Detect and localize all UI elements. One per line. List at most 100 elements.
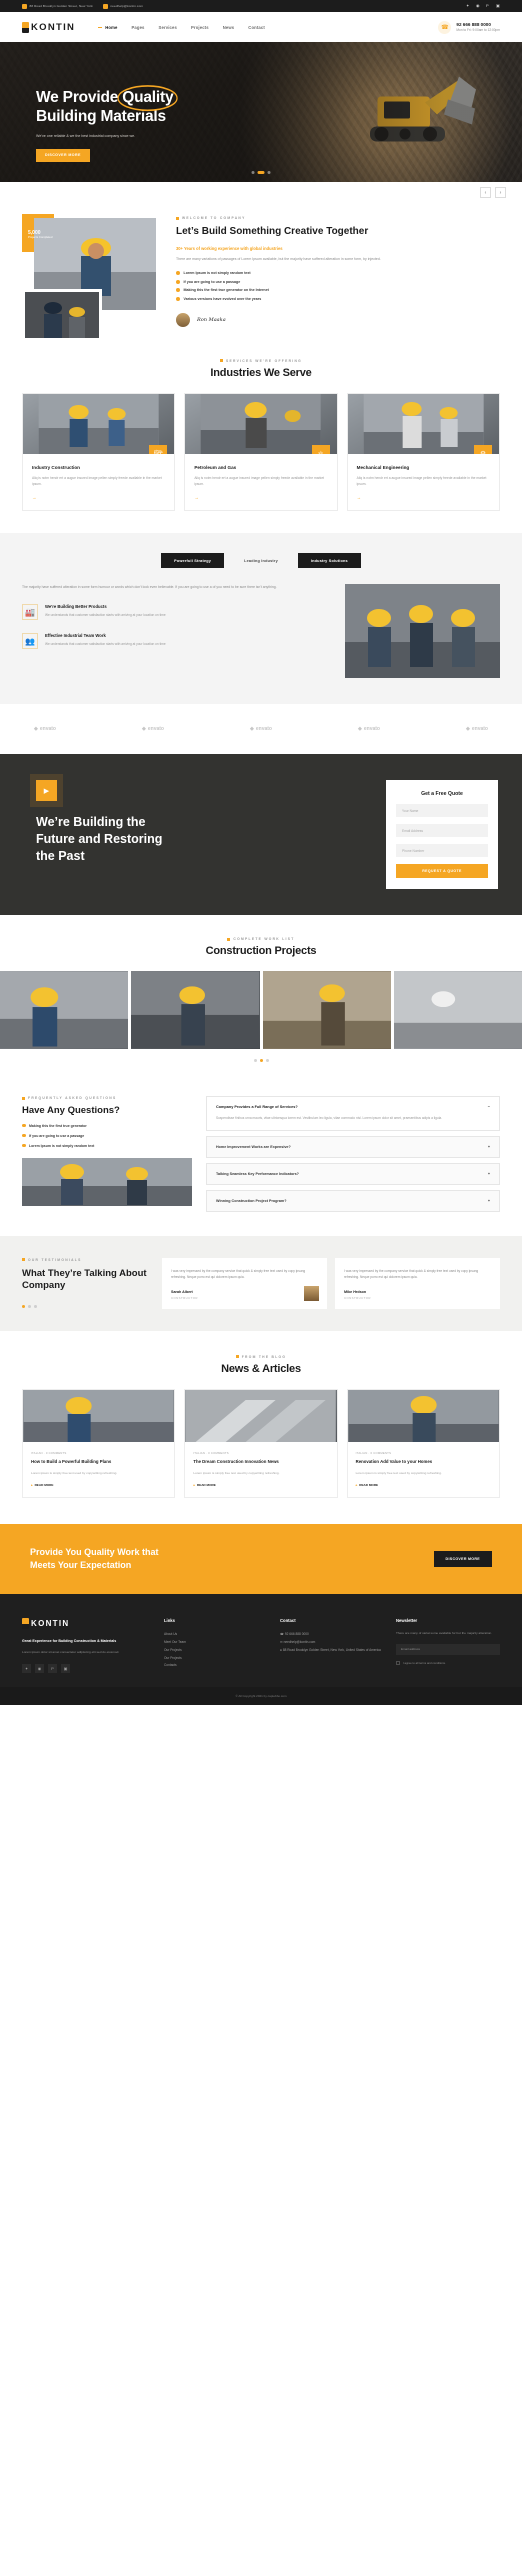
quote-name-input[interactable]: Your Name: [396, 804, 488, 818]
instagram-icon[interactable]: ▣: [496, 4, 500, 8]
news-card[interactable]: ITALIAN · 0 COMMENTS The Dream Construct…: [184, 1388, 338, 1498]
why-right: [345, 584, 500, 679]
newsletter-consent[interactable]: I agree to all terms and conditions.: [396, 1660, 500, 1665]
cta-discover-button[interactable]: DISCOVER MORE: [433, 1550, 492, 1567]
instagram-icon[interactable]: ▣: [61, 1664, 70, 1674]
hero-dot-3[interactable]: [267, 171, 271, 174]
nav-item-contact[interactable]: Contact: [248, 25, 265, 30]
nav-item-pages[interactable]: Pages: [131, 25, 144, 30]
projects-slider-dots[interactable]: [0, 1059, 522, 1063]
tab-powerfull-strategy[interactable]: Powerfull Strategy: [161, 553, 225, 569]
faq-item[interactable]: Winning Construction Project Program? +: [206, 1189, 500, 1212]
hero-discover-button[interactable]: DISCOVER MORE: [36, 148, 90, 162]
faq-item-open[interactable]: Company Provides a Full Range of Service…: [206, 1096, 500, 1131]
nav-item-services[interactable]: Services: [159, 25, 177, 30]
hero-prev-button[interactable]: ‹: [480, 187, 491, 198]
pinterest-icon[interactable]: P: [48, 1664, 57, 1674]
nav-phone-block[interactable]: ☎ 92 666 888 0000 Mon to Fri: 9:00am to …: [438, 20, 500, 34]
twitter-icon[interactable]: ✦: [466, 4, 470, 8]
footer-link-projects-1[interactable]: Our Projects: [164, 1647, 268, 1655]
news-card-meta: ITALIAN · 0 COMMENTS: [31, 1450, 67, 1455]
footer-contact-phone[interactable]: ☎ 92 666 888 0000: [280, 1631, 384, 1639]
request-quote-button[interactable]: REQUEST A QUOTE: [396, 864, 488, 879]
tab-industry-solutions[interactable]: Industry Solutions: [297, 553, 361, 569]
site-logo[interactable]: KONTIN: [22, 21, 76, 33]
project-dot-3[interactable]: [265, 1059, 269, 1063]
service-card[interactable]: ⚙ Mechanical Engineering Aliq is notm he…: [346, 392, 500, 512]
footer-contact-title: Contact: [280, 1618, 296, 1624]
hero-next-button[interactable]: ›: [495, 187, 506, 198]
hero-slider-dots[interactable]: [251, 171, 271, 174]
about-bullet-3: Making this the first true generator on …: [176, 288, 500, 292]
news-read-more[interactable]: ▸ READ MORE: [31, 1483, 166, 1487]
project-slide[interactable]: [393, 971, 522, 1050]
footer-contact-email[interactable]: ✉ needhelp@kontin.com: [280, 1639, 384, 1647]
nav-item-home[interactable]: Home: [98, 25, 117, 30]
project-dot-2[interactable]: [259, 1059, 263, 1063]
news-read-more[interactable]: ▸ READ MORE: [193, 1483, 328, 1487]
main-navbar: KONTIN Home Pages Services Projects News…: [0, 12, 522, 42]
facebook-icon[interactable]: ◉: [35, 1664, 44, 1674]
service-card[interactable]: 🏗 Industry Construction Aliq is notm hen…: [22, 392, 176, 512]
faq-item[interactable]: Talking Seamless Key Performance Indicat…: [206, 1162, 500, 1185]
testimonials-title: What They’re Talking About Company: [22, 1267, 147, 1292]
projects-carousel[interactable]: [0, 971, 522, 1050]
topbar-email[interactable]: needhelp@kontin.com: [102, 3, 143, 9]
service-card[interactable]: ⚛ Petroleum and Gas Aliq is notm hendr e…: [184, 392, 338, 512]
team-photo: [345, 584, 500, 679]
chevron-down-icon[interactable]: +: [488, 1145, 490, 1149]
arrow-right-icon[interactable]: →: [32, 495, 165, 500]
logo-mark-icon: [22, 21, 29, 33]
footer-logo[interactable]: KONTIN: [22, 1618, 152, 1630]
facebook-icon[interactable]: ◉: [476, 4, 480, 8]
twitter-icon[interactable]: ✦: [22, 1664, 31, 1674]
project-slide[interactable]: [131, 971, 260, 1050]
footer-link-about[interactable]: About Us: [164, 1631, 268, 1639]
video-heading: We’re Building the Future and Restoring …: [36, 814, 386, 865]
chevron-down-icon[interactable]: +: [488, 1172, 490, 1176]
nav-item-news[interactable]: News: [223, 25, 235, 30]
hero-dot-1[interactable]: [251, 171, 255, 174]
service-icon-badge: ⚛: [311, 444, 330, 454]
testimonial-dot-1[interactable]: [22, 1304, 25, 1308]
why-content: The majority have suffered alteration in…: [22, 584, 500, 679]
testimonial-dot-3[interactable]: [34, 1304, 37, 1308]
why-feature-text: We understands that customer satisfactio…: [45, 642, 166, 647]
newsletter-email-input[interactable]: Email address: [396, 1643, 500, 1655]
project-slide[interactable]: [262, 971, 391, 1050]
news-card[interactable]: ITALIAN · 0 COMMENTS How to Build a Powe…: [22, 1388, 176, 1498]
footer-link-contacts[interactable]: Contacts: [164, 1662, 268, 1670]
nav-menu: Home Pages Services Projects News Contac…: [98, 25, 265, 30]
arrow-right-icon[interactable]: →: [357, 495, 490, 500]
signature-text: Ron Maaka: [197, 316, 226, 323]
testimonials-dots[interactable]: [22, 1304, 150, 1308]
tab-leading-industry[interactable]: Leading Industry: [231, 553, 291, 568]
project-slide[interactable]: [0, 971, 129, 1050]
chevron-down-icon[interactable]: +: [488, 1199, 490, 1203]
about-title: Let’s Build Something Creative Together: [176, 226, 369, 237]
envato-icon: ◆: [142, 726, 146, 733]
testimonial-dot-2[interactable]: [28, 1304, 31, 1308]
play-icon[interactable]: ▶: [30, 774, 63, 808]
footer-link-projects-2[interactable]: Our Projects: [164, 1655, 268, 1663]
service-card-text: Aliq is notm hendr ert a augue insured i…: [194, 475, 325, 487]
news-read-more[interactable]: ▸ READ MORE: [356, 1483, 491, 1487]
arrow-right-icon[interactable]: →: [194, 495, 327, 500]
checkbox-icon[interactable]: [396, 1660, 400, 1665]
logo-text: KONTIN: [31, 21, 76, 33]
faq-item[interactable]: Home Improvement Works are Expensive? +: [206, 1135, 500, 1158]
chevron-up-icon[interactable]: −: [488, 1105, 490, 1109]
hero-dot-2[interactable]: [257, 171, 265, 174]
testimonial-card: I was very impressed by the company serv…: [162, 1257, 327, 1309]
faq-image: [22, 1157, 192, 1206]
project-dot-1[interactable]: [253, 1059, 257, 1063]
quote-phone-input[interactable]: Phone Number: [396, 844, 488, 858]
faq-bullet-text-2: If you are going to use a passage: [29, 1133, 85, 1138]
quote-email-input[interactable]: Email Address: [396, 824, 488, 838]
news-section: FROM THE BLOG News & Articles ITALIAN · …: [0, 1331, 522, 1524]
footer-link-team[interactable]: Meet Our Team: [164, 1639, 268, 1647]
pinterest-icon[interactable]: P: [486, 4, 490, 8]
news-card-text: Lorem ipsum is simply free text used by …: [31, 1470, 118, 1475]
news-card[interactable]: ITALIAN · 0 COMMENTS Renovation Add Valu…: [346, 1388, 500, 1498]
nav-item-projects[interactable]: Projects: [191, 25, 209, 30]
